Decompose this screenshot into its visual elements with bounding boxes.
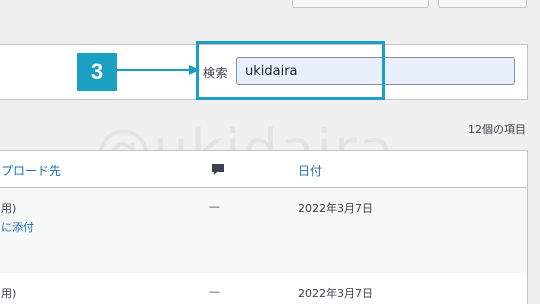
item-count: 12個の項目	[468, 123, 526, 136]
media-table: プロード先 日付 用) に添付 — 2022年3月7日 用) — 2022年3月…	[0, 150, 528, 304]
row-date: 2022年3月7日	[298, 202, 373, 215]
uploaded-to-text: 用)	[1, 202, 17, 215]
uploaded-to-text: 用)	[1, 287, 17, 300]
annotation-arrow-icon	[117, 65, 200, 75]
table-row: 用) — 2022年3月7日	[0, 273, 527, 304]
row-date: 2022年3月7日	[298, 287, 373, 300]
search-label: 検索	[203, 66, 229, 80]
top-action-button-2[interactable]	[438, 0, 527, 8]
top-action-button-1[interactable]	[292, 0, 429, 8]
comment-count: —	[209, 200, 220, 213]
search-input[interactable]	[236, 57, 515, 85]
annotation-step-badge: 3	[77, 53, 117, 91]
column-date[interactable]: 日付	[298, 162, 322, 179]
table-row: 用) に添付 — 2022年3月7日	[0, 188, 527, 273]
comment-bubble-icon[interactable]	[211, 163, 225, 177]
table-header: プロード先 日付	[0, 151, 527, 188]
comment-count: —	[209, 285, 220, 298]
column-uploaded-to[interactable]: プロード先	[1, 162, 61, 179]
attach-link[interactable]: に添付	[1, 219, 34, 235]
